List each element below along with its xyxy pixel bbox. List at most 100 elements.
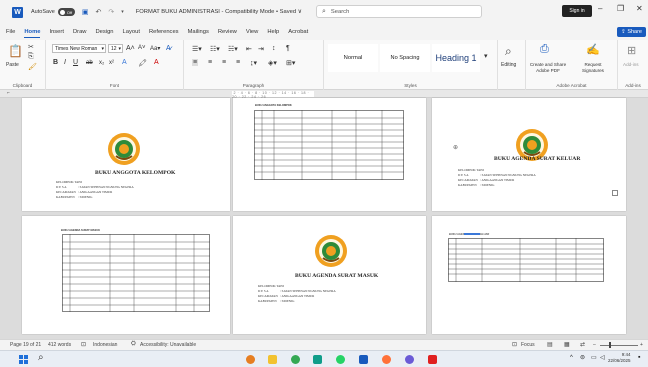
subscript-icon[interactable]: x₂	[99, 60, 104, 66]
accessibility-status[interactable]: Accessibility: Unavailable	[140, 342, 196, 348]
move-handle-icon[interactable]: ⊕	[453, 144, 458, 151]
tab-review[interactable]: Review	[218, 27, 237, 37]
taskbar-clock[interactable]: 9:44 22/06/2025	[608, 352, 631, 364]
page-table-surat-keluar[interactable]: BUKU AGENDA SURAT KELUAR	[432, 216, 626, 334]
style-heading1[interactable]: Heading 1	[432, 44, 480, 72]
print-layout-icon[interactable]: ▦	[564, 341, 570, 348]
tab-home[interactable]: Home	[24, 27, 41, 38]
addins-label[interactable]: Add-ins	[623, 62, 639, 67]
accessibility-icon[interactable]: ⛭	[131, 341, 136, 348]
customize-qat-icon[interactable]: ▾	[121, 9, 124, 15]
tab-layout[interactable]: Layout	[123, 27, 140, 37]
request-signatures-label[interactable]: Request Signatures	[574, 62, 612, 73]
redo-icon[interactable]: ↷	[108, 8, 114, 16]
italic-icon[interactable]: I	[64, 59, 66, 66]
page-table-surat-masuk[interactable]: BUKU AGENDA SURAT MASUK	[22, 216, 230, 334]
shading-icon[interactable]: ◈▾	[268, 59, 277, 67]
tray-volume-icon[interactable]: ◁	[600, 354, 605, 361]
align-center-icon[interactable]: ≡	[208, 59, 212, 66]
show-marks-icon[interactable]: ¶	[286, 45, 290, 52]
align-left-icon[interactable]: ≡	[192, 59, 199, 66]
grow-font-icon[interactable]: A˄	[126, 45, 135, 52]
font-name-select[interactable]: Times New Roman ▾	[52, 44, 106, 53]
page-surat-keluar-cover[interactable]: ⊕ BUKU AGENDA SURAT KELUAR KELOMPOK TANI…	[432, 98, 626, 211]
tab-insert[interactable]: Insert	[49, 27, 64, 37]
tab-file[interactable]: File	[6, 27, 15, 37]
style-normal[interactable]: Normal	[328, 44, 378, 72]
notification-icon[interactable]: ▪	[638, 354, 640, 361]
tray-battery-icon[interactable]: ▭	[591, 354, 597, 361]
tray-chevron-icon[interactable]: ^	[570, 355, 573, 361]
taskbar-word-icon[interactable]	[359, 355, 368, 364]
cut-icon[interactable]: ✂	[28, 43, 34, 51]
bold-icon[interactable]: B	[53, 59, 58, 66]
tab-draw[interactable]: Draw	[73, 27, 87, 37]
page-surat-masuk-cover[interactable]: BUKU AGENDA SURAT MASUK KELOMPOK TANI: D …	[233, 216, 426, 334]
tab-help[interactable]: Help	[267, 27, 279, 37]
save-icon[interactable]: ▣	[82, 8, 89, 16]
undo-icon[interactable]: ↶	[95, 8, 101, 16]
tray-network-icon[interactable]: ⊜	[580, 354, 585, 361]
highlight-icon[interactable]: 🖍	[138, 59, 147, 67]
create-pdf-label[interactable]: Create and Share Adobe PDF	[528, 62, 568, 73]
zoom-out-icon[interactable]: –	[593, 342, 596, 348]
zoom-in-icon[interactable]: +	[640, 342, 643, 348]
tab-view[interactable]: View	[246, 27, 258, 37]
search-input[interactable]: ⌕ Search	[316, 5, 482, 18]
numbering-icon[interactable]: ☷▾	[210, 45, 220, 53]
sign-in-button[interactable]: Sign in	[562, 5, 592, 17]
underline-icon[interactable]: U	[73, 59, 78, 66]
find-icon[interactable]: ⌕	[505, 44, 512, 59]
line-spacing-icon[interactable]: ↨▾	[250, 59, 257, 67]
maximize-icon[interactable]: ❐	[617, 4, 624, 13]
font-color-icon[interactable]: A	[154, 59, 159, 66]
page-buku-anggota[interactable]: BUKU ANGGOTA KELOMPOK KELOMPOK TANI: D E …	[22, 98, 230, 211]
text-effects-icon[interactable]: A	[122, 59, 127, 66]
taskbar-whatsapp-icon[interactable]	[336, 355, 345, 364]
web-layout-icon[interactable]: ⇄	[580, 341, 585, 348]
clear-format-icon[interactable]: A̷	[166, 45, 171, 52]
taskbar-app-widgets-icon[interactable]	[246, 355, 255, 364]
paste-icon[interactable]: 📋	[8, 44, 23, 58]
taskbar-file-explorer-icon[interactable]	[268, 355, 277, 364]
read-mode-icon[interactable]: ▤	[547, 341, 553, 348]
share-button[interactable]: ⇪ Share	[617, 27, 646, 37]
close-icon[interactable]: ✕	[636, 4, 643, 13]
bullets-icon[interactable]: ☰▾	[192, 45, 202, 53]
font-size-select[interactable]: 12 ▾	[108, 44, 123, 53]
horizontal-ruler[interactable]: ⌐ 2 · 4 · 6 · 8 · 10 · 12 · 14 · 16 · 18…	[0, 90, 648, 99]
justify-icon[interactable]: ≡	[236, 59, 240, 66]
change-case-icon[interactable]: Aa▾	[150, 45, 160, 52]
language[interactable]: Indonesian	[93, 342, 117, 348]
copy-icon[interactable]: ⎘	[28, 53, 34, 61]
decrease-indent-icon[interactable]: ⇤	[246, 45, 252, 53]
minimize-icon[interactable]: –	[598, 4, 602, 13]
word-count[interactable]: 412 words	[48, 342, 71, 348]
taskbar-search-icon[interactable]: ⌕	[38, 352, 44, 363]
multilevel-list-icon[interactable]: ☵▾	[228, 45, 238, 53]
anchor-box[interactable]	[612, 190, 618, 196]
borders-icon[interactable]: ⊞▾	[286, 59, 295, 67]
tab-selector-icon[interactable]: ⌐	[7, 90, 10, 96]
superscript-icon[interactable]: x²	[109, 60, 114, 66]
tab-references[interactable]: References	[149, 27, 179, 37]
sort-icon[interactable]: ↕	[272, 45, 276, 52]
focus-icon[interactable]: ⊡	[512, 341, 517, 348]
proofing-icon[interactable]: ⊡	[81, 341, 86, 348]
increase-indent-icon[interactable]: ⇥	[258, 45, 264, 53]
align-right-icon[interactable]: ≡	[222, 59, 226, 66]
tab-acrobat[interactable]: Acrobat	[288, 27, 308, 37]
start-icon[interactable]	[19, 355, 28, 364]
tab-mailings[interactable]: Mailings	[188, 27, 209, 37]
taskbar-chrome-icon[interactable]	[291, 355, 300, 364]
zoom-slider[interactable]	[600, 345, 638, 346]
taskbar-firefox-icon[interactable]	[382, 355, 391, 364]
taskbar-edge-icon[interactable]	[313, 355, 322, 364]
create-pdf-icon[interactable]: ⎙	[540, 43, 549, 56]
tab-design[interactable]: Design	[95, 27, 113, 37]
styles-more-icon[interactable]: ▾	[484, 52, 488, 60]
strikethrough-icon[interactable]: ab	[86, 60, 93, 66]
request-signatures-icon[interactable]: ✍	[586, 43, 600, 56]
taskbar-app-icon[interactable]	[405, 355, 414, 364]
autosave-toggle[interactable]: Off	[57, 8, 75, 16]
